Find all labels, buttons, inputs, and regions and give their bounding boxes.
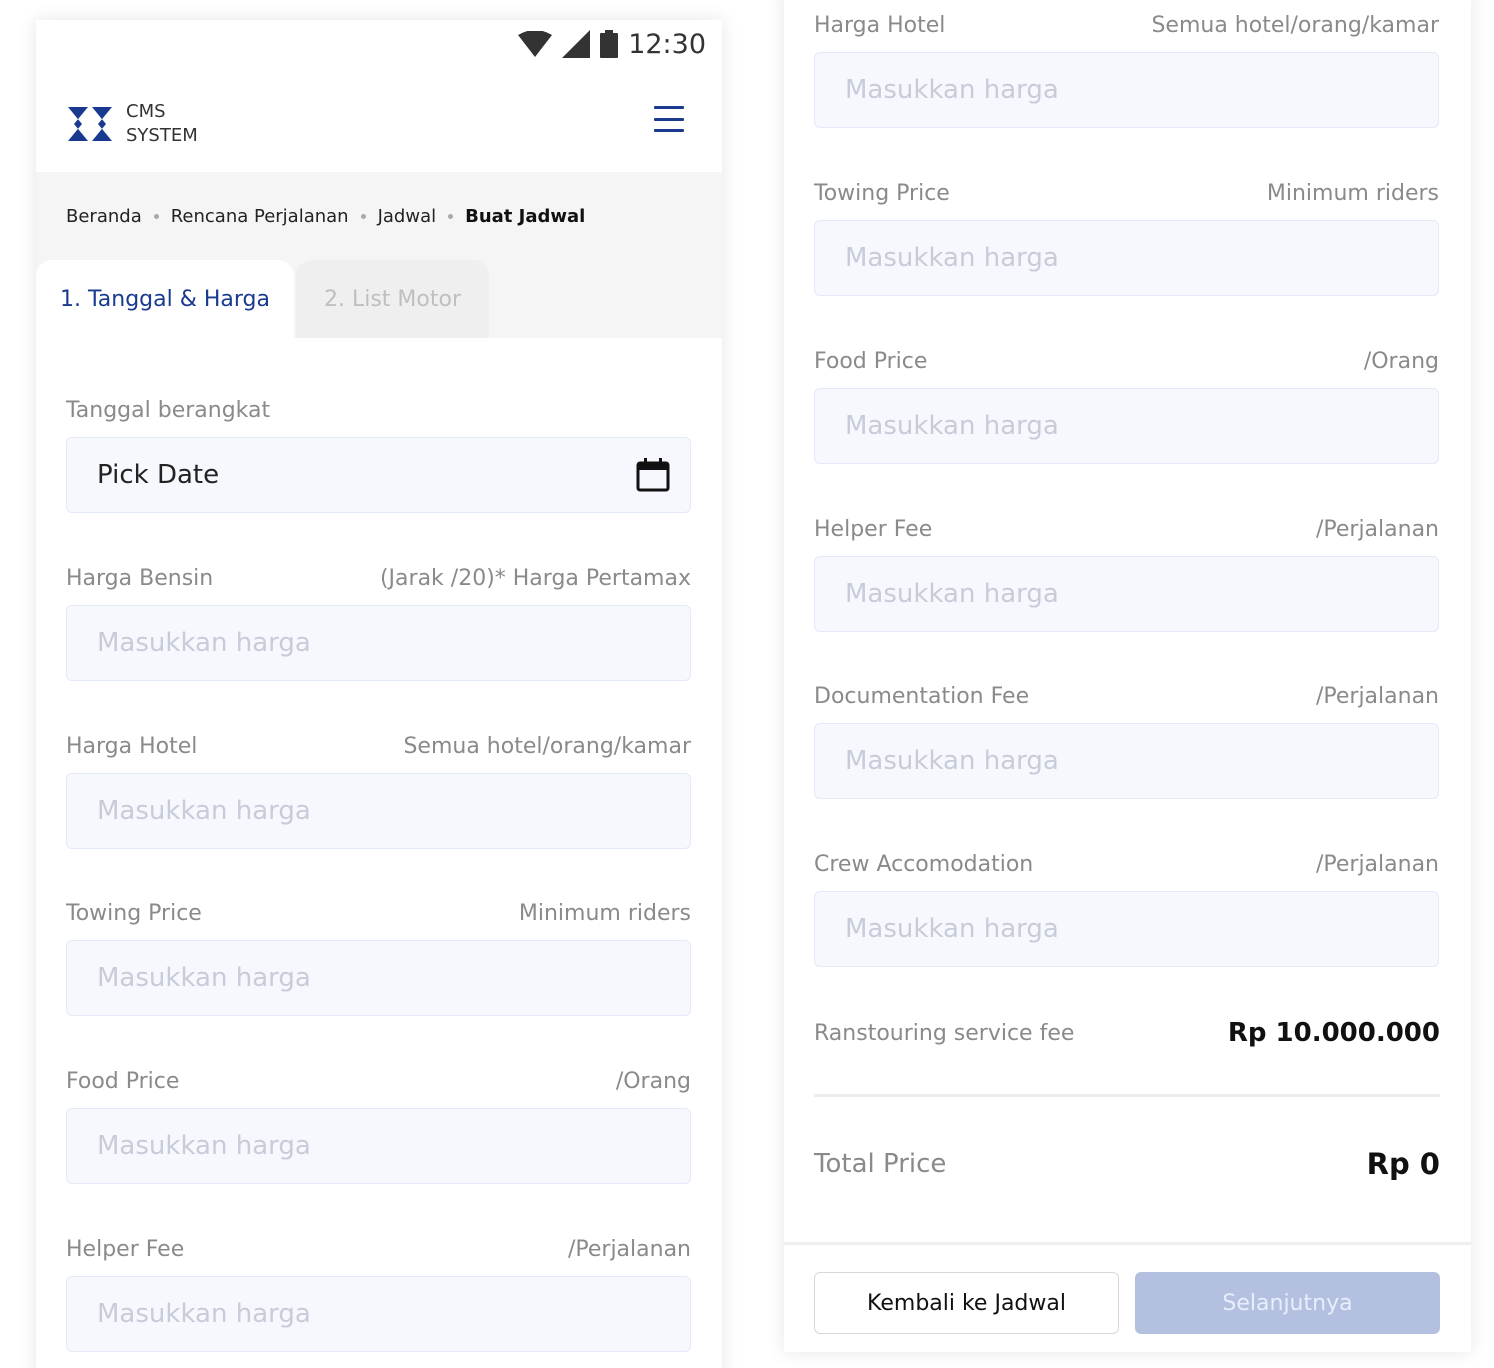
field-label: Documentation Fee: [814, 683, 1030, 709]
status-bar: 12:30: [36, 20, 722, 70]
harga-bensin-input[interactable]: Masukkan harga: [66, 605, 691, 681]
calendar-icon[interactable]: [636, 458, 670, 492]
field-label: Crew Accomodation: [814, 851, 1034, 877]
breadcrumb-separator: [360, 214, 366, 219]
logo-line2: SYSTEM: [126, 125, 198, 146]
field-hint: Semua hotel/orang/kamar: [1151, 12, 1439, 38]
tab-list-motor[interactable]: 2. List Motor: [296, 260, 489, 338]
service-fee-value: Rp 10.000.000: [1227, 1018, 1440, 1048]
breadcrumb-item-rencana[interactable]: Rencana Perjalanan: [171, 206, 349, 227]
field-hint: /Perjalanan: [1315, 683, 1439, 709]
field-label: Towing Price: [814, 180, 950, 206]
field-hint: /Orang: [1363, 348, 1439, 374]
field-hint: Minimum riders: [518, 900, 691, 926]
service-fee-label: Ranstouring service fee: [814, 1020, 1075, 1046]
field-label: Helper Fee: [66, 1236, 185, 1262]
field-hint: /Perjalanan: [1315, 516, 1439, 542]
phone-screen-left: 12:30 CMS SYSTEM Beranda Rencana Perjala…: [36, 20, 722, 1368]
footer-actions: Kembali ke Jadwal Selanjutnya: [784, 1242, 1471, 1352]
app-header: CMS SYSTEM: [36, 70, 722, 172]
breadcrumb-item-jadwal[interactable]: Jadwal: [378, 206, 437, 227]
field-hint: /Perjalanan: [567, 1236, 691, 1262]
breadcrumb-separator: [448, 214, 454, 219]
wifi-icon: [518, 31, 553, 57]
date-picker-input[interactable]: Pick Date: [66, 437, 691, 513]
towing-price-input[interactable]: Masukkan harga: [66, 940, 691, 1016]
tab-tanggal-harga[interactable]: 1. Tanggal & Harga: [36, 260, 294, 338]
date-label: Tanggal berangkat: [66, 397, 271, 423]
menu-icon[interactable]: [654, 106, 684, 132]
helper-fee-input[interactable]: Masukkan harga: [814, 556, 1439, 632]
field-hint: /Perjalanan: [1315, 851, 1439, 877]
total-price-value: Rp 0: [1366, 1147, 1440, 1181]
field-hint: Minimum riders: [1266, 180, 1439, 206]
total-price-row: Total Price Rp 0: [814, 1146, 1440, 1182]
total-price-label: Total Price: [814, 1149, 947, 1179]
field-label: Helper Fee: [814, 516, 933, 542]
food-price-input[interactable]: Masukkan harga: [66, 1108, 691, 1184]
field-hint: (Jarak /20)* Harga Pertamax: [379, 565, 691, 591]
logo-line1: CMS: [126, 101, 166, 122]
date-value: Pick Date: [97, 460, 220, 490]
logo[interactable]: CMS SYSTEM: [66, 100, 198, 148]
back-to-schedule-button[interactable]: Kembali ke Jadwal: [814, 1272, 1119, 1334]
harga-hotel-input[interactable]: Masukkan harga: [66, 773, 691, 849]
service-fee-row: Ranstouring service fee Rp 10.000.000: [814, 1018, 1440, 1048]
field-label: Towing Price: [66, 900, 202, 926]
food-price-input[interactable]: Masukkan harga: [814, 388, 1439, 464]
field-hint: /Orang: [615, 1068, 691, 1094]
helper-fee-input[interactable]: Masukkan harga: [66, 1276, 691, 1352]
breadcrumb-item-current: Buat Jadwal: [465, 206, 586, 227]
cms-logo-icon: [68, 107, 112, 141]
signal-icon: [562, 30, 591, 58]
breadcrumb-tabs-band: Beranda Rencana Perjalanan Jadwal Buat J…: [36, 172, 722, 338]
next-button[interactable]: Selanjutnya: [1135, 1272, 1440, 1334]
phone-screen-right: Harga Hotel Semua hotel/orang/kamar Masuk…: [784, 0, 1471, 1352]
documentation-fee-input[interactable]: Masukkan harga: [814, 723, 1439, 799]
status-time: 12:30: [628, 28, 706, 60]
field-label: Harga Hotel: [814, 12, 946, 38]
summary-divider: [814, 1094, 1440, 1097]
field-label: Food Price: [66, 1068, 180, 1094]
towing-price-input[interactable]: Masukkan harga: [814, 220, 1439, 296]
crew-accomodation-input[interactable]: Masukkan harga: [814, 891, 1439, 967]
breadcrumb: Beranda Rencana Perjalanan Jadwal Buat J…: [66, 206, 585, 227]
field-label: Harga Hotel: [66, 733, 198, 759]
battery-icon: [600, 30, 619, 58]
field-label: Food Price: [814, 348, 928, 374]
field-hint: Semua hotel/orang/kamar: [403, 733, 691, 759]
field-label: Harga Bensin: [66, 565, 214, 591]
breadcrumb-item-beranda[interactable]: Beranda: [66, 206, 142, 227]
harga-hotel-input[interactable]: Masukkan harga: [814, 52, 1439, 128]
breadcrumb-separator: [153, 214, 159, 219]
